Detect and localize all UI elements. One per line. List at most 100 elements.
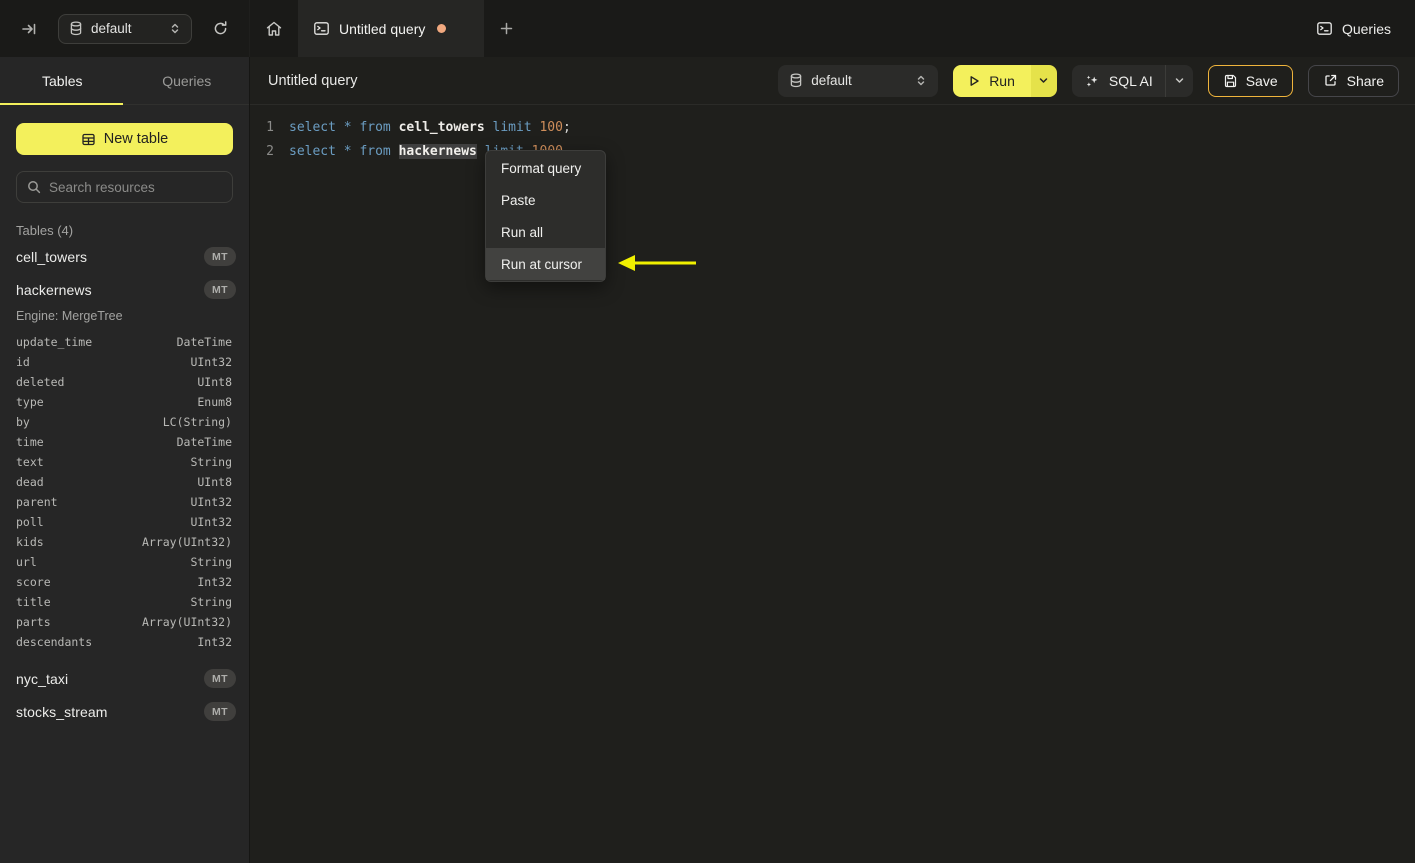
column-type: Enum8: [197, 395, 232, 409]
column-row: title String: [0, 592, 249, 612]
code-token: from: [359, 143, 391, 159]
tables-list: cell_towers MT hackernews MT Engine: MergeTr…: [0, 240, 249, 728]
chevron-down-icon: [1174, 75, 1185, 86]
table-name: nyc_taxi: [16, 670, 69, 687]
column-type: UInt32: [190, 495, 232, 509]
engine-badge: MT: [204, 702, 236, 721]
code-text: select * from cell_towers limit 100;: [289, 120, 571, 135]
code-token: limit: [492, 120, 532, 136]
column-type: String: [190, 595, 232, 609]
sql-ai-button[interactable]: SQL AI: [1071, 64, 1165, 97]
context-menu-item[interactable]: Paste: [486, 184, 605, 216]
column-name: time: [16, 435, 44, 449]
table-item[interactable]: stocks_stream MT: [0, 695, 249, 728]
tables-section-header: Tables (4): [16, 223, 74, 238]
sql-editor[interactable]: 1 select * from cell_towers limit 100; 2 se…: [250, 105, 1415, 863]
code-token: from: [359, 120, 391, 136]
query-database-selector[interactable]: default: [778, 64, 939, 97]
column-name: text: [16, 455, 44, 469]
sql-ai-split-button: SQL AI: [1071, 64, 1193, 97]
column-name: url: [16, 555, 37, 569]
query-title: Untitled query: [268, 72, 358, 89]
share-button[interactable]: Share: [1307, 64, 1399, 97]
column-type: String: [190, 555, 232, 569]
context-menu-item[interactable]: Run at cursor: [486, 248, 605, 280]
table-item[interactable]: cell_towers MT: [0, 240, 249, 273]
refresh-button[interactable]: [208, 16, 233, 41]
sidebar-tab-tables[interactable]: Tables: [0, 57, 125, 105]
tab-untitled-query[interactable]: Untitled query: [298, 0, 484, 57]
column-row: parts Array(UInt32): [0, 612, 249, 632]
collapse-sidebar-button[interactable]: [16, 16, 42, 42]
save-icon: [1223, 73, 1238, 88]
sql-ai-caret[interactable]: [1164, 64, 1193, 97]
sidebar-content: New table: [0, 105, 249, 203]
query-header: Untitled query default Run SQL AI Save S…: [250, 57, 1415, 105]
tab-title: Untitled query: [339, 20, 426, 37]
table-name: hackernews: [16, 281, 92, 298]
query-database-value: default: [811, 73, 852, 88]
run-button-label: Run: [989, 72, 1015, 89]
plus-icon: [499, 21, 514, 36]
search-box: [16, 171, 233, 203]
engine-label: Engine: MergeTree: [16, 309, 123, 323]
run-split-button: Run: [953, 64, 1057, 97]
top-bar: default Untitled query Queries: [0, 0, 1415, 57]
home-icon: [265, 20, 283, 38]
column-row: parent UInt32: [0, 492, 249, 512]
sql-ai-label: SQL AI: [1108, 72, 1153, 89]
top-bar-right: Queries: [1316, 0, 1415, 57]
column-type: Array(UInt32): [141, 615, 232, 629]
table-name: stocks_stream: [16, 703, 108, 720]
context-menu-item[interactable]: Run all: [486, 216, 605, 248]
sidebar-tabs: Tables Queries: [0, 57, 249, 105]
header-controls: default Run SQL AI Save Share: [778, 64, 1399, 97]
queries-button[interactable]: Queries: [1316, 20, 1391, 37]
code-token: 100: [539, 120, 563, 136]
column-type: Array(UInt32): [141, 535, 232, 549]
new-tab-button[interactable]: [484, 0, 528, 57]
annotation-arrow-icon: [616, 252, 700, 274]
new-table-button[interactable]: New table: [16, 123, 233, 155]
code-token: hackernews: [398, 143, 477, 159]
column-row: deleted UInt8: [0, 372, 249, 392]
sidebar-database-selector[interactable]: default: [58, 13, 192, 44]
chevron-updown-icon: [915, 74, 927, 87]
sidebar-tab-queries[interactable]: Queries: [125, 57, 250, 104]
column-name: type: [16, 395, 44, 409]
column-type: Int32: [197, 635, 232, 649]
save-button[interactable]: Save: [1207, 64, 1293, 97]
column-row: type Enum8: [0, 392, 249, 412]
code-token: select: [289, 143, 336, 159]
table-item[interactable]: hackernews MT: [0, 273, 249, 306]
refresh-icon: [212, 20, 229, 37]
run-options-caret[interactable]: [1030, 64, 1057, 97]
column-name: title: [16, 595, 51, 609]
column-type: LC(String): [162, 415, 232, 429]
home-button[interactable]: [250, 0, 298, 57]
column-row: id UInt32: [0, 352, 249, 372]
search-input[interactable]: [49, 179, 226, 195]
database-selector-value: default: [91, 21, 132, 36]
run-button[interactable]: Run: [953, 64, 1031, 97]
sparkles-icon: [1084, 73, 1100, 89]
tab-strip: Untitled query: [250, 0, 1316, 57]
column-row: dead UInt8: [0, 472, 249, 492]
context-menu-item[interactable]: Format query: [486, 152, 605, 184]
column-type: Int32: [197, 575, 232, 589]
line-number: 1: [266, 120, 274, 136]
column-row: poll UInt32: [0, 512, 249, 532]
table-item[interactable]: nyc_taxi MT: [0, 662, 249, 695]
column-name: deleted: [16, 375, 65, 389]
column-row: by LC(String): [0, 412, 249, 432]
column-name: poll: [16, 515, 44, 529]
column-type: UInt32: [190, 355, 232, 369]
table-grid-icon: [81, 132, 96, 147]
column-name: score: [16, 575, 51, 589]
column-row: time DateTime: [0, 432, 249, 452]
column-type: UInt8: [197, 475, 232, 489]
queries-button-label: Queries: [1341, 20, 1391, 37]
code-token: cell_towers: [398, 120, 485, 136]
